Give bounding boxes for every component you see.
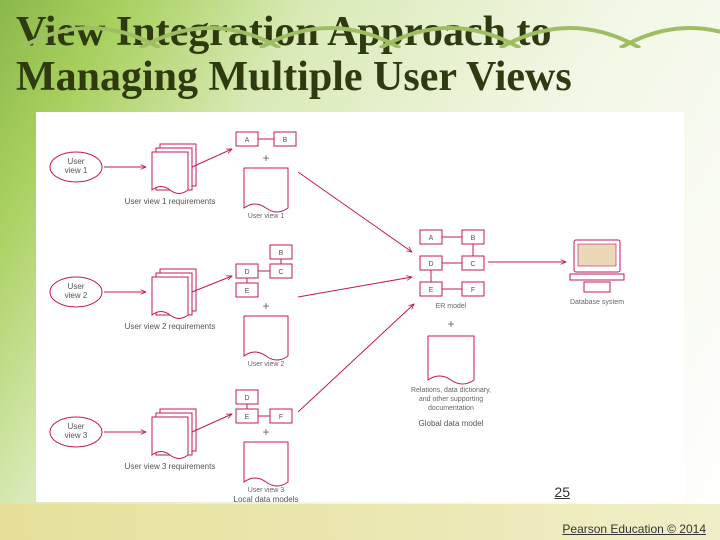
- entity-e-2: E: [245, 288, 250, 295]
- er-e: E: [429, 287, 434, 294]
- oval-user-view-1: User: [68, 157, 85, 166]
- doc-label-1: User view 1: [248, 213, 285, 220]
- svg-text:+: +: [262, 425, 269, 439]
- entity-c-2: C: [278, 269, 283, 276]
- database-system-icon: [570, 240, 624, 292]
- page-number: 25: [554, 484, 570, 500]
- entity-b-1: B: [283, 137, 288, 144]
- svg-text:User: User: [68, 422, 85, 431]
- er-f: F: [471, 287, 475, 294]
- database-system-label: Database system: [570, 299, 624, 306]
- doc-stack-1: [152, 144, 196, 194]
- svg-text:User: User: [68, 282, 85, 291]
- entity-b-2: B: [279, 250, 284, 257]
- er-b: B: [471, 235, 476, 242]
- req-label-1: User view 1 requirements: [125, 197, 216, 206]
- diagram-figure: User view 1 User view 1 requirements A B…: [36, 112, 684, 502]
- local-data-models-label: Local data models: [234, 495, 299, 502]
- svg-text:+: +: [447, 317, 454, 331]
- entity-f-3: F: [279, 414, 283, 421]
- doc-stack-2: [152, 269, 196, 319]
- plus-icon: +: [262, 151, 269, 165]
- svg-text:view 3: view 3: [65, 431, 88, 440]
- req-label-3: User view 3 requirements: [125, 462, 216, 471]
- svg-text:documentation: documentation: [428, 405, 474, 412]
- req-label-2: User view 2 requirements: [125, 322, 216, 331]
- entity-d-3: D: [244, 395, 249, 402]
- doc-stack-3: [152, 409, 196, 459]
- global-data-model-label: Global data model: [419, 419, 484, 428]
- doc-label-2: User view 2: [248, 361, 285, 368]
- er-model-label: ER model: [436, 303, 467, 310]
- entity-e-3: E: [245, 414, 250, 421]
- er-d: D: [428, 261, 433, 268]
- svg-text:and other supporting: and other supporting: [419, 396, 483, 403]
- entity-a-1: A: [245, 137, 250, 144]
- svg-text:view 2: view 2: [65, 291, 88, 300]
- svg-text:Relations, data dictionary,: Relations, data dictionary,: [411, 387, 491, 394]
- footer-arches: [0, 0, 720, 48]
- entity-d-2: D: [244, 269, 249, 276]
- svg-text:view 1: view 1: [65, 166, 88, 175]
- svg-text:+: +: [262, 299, 269, 313]
- er-a: A: [429, 235, 434, 242]
- copyright: Pearson Education © 2014: [562, 522, 706, 536]
- doc-label-3: User view 3: [248, 487, 285, 494]
- er-c: C: [470, 261, 475, 268]
